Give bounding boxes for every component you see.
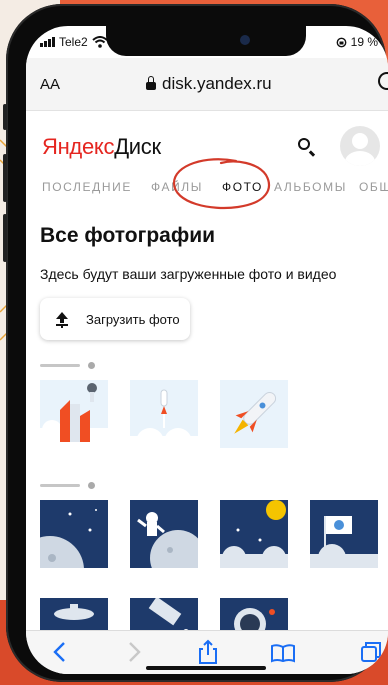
reload-icon[interactable] [378,72,388,90]
url-field[interactable]: disk.yandex.ru [146,74,272,94]
tab-albums[interactable]: АЛЬБОМЫ [274,180,347,194]
photo-thumbnail[interactable] [130,380,198,448]
upload-photo-button[interactable]: Загрузить фото [40,298,190,340]
avatar[interactable] [340,126,380,166]
signal-icon [40,37,55,47]
photo-thumbnail[interactable] [220,380,288,448]
status-bar-left: Tele2 [40,34,108,50]
url-text: disk.yandex.ru [162,74,272,93]
photo-thumbnail[interactable] [40,380,108,448]
phone-screen: Tele2 19 % AA disk.yandex.ru ЯндексДиск … [26,26,388,674]
share-icon[interactable] [198,639,218,665]
photo-thumbnail[interactable] [130,500,198,568]
search-icon[interactable] [298,138,310,150]
home-indicator [146,666,266,670]
photo-thumbnail[interactable] [220,500,288,568]
orientation-lock-icon [336,37,347,47]
page-title: Все фотографии [40,224,216,247]
back-icon[interactable] [52,641,68,663]
phone-frame: Tele2 19 % AA disk.yandex.ru ЯндексДиск … [3,4,388,682]
upload-label: Загрузить фото [86,311,180,327]
hand-drawn-circle-annotation [172,158,271,210]
bookmarks-icon[interactable] [270,643,296,663]
status-bar-right: 19 % [336,34,378,50]
forward-icon[interactable] [126,641,142,663]
address-bar[interactable]: AA disk.yandex.ru [26,58,388,111]
yandex-disk-logo[interactable]: ЯндексДиск [42,134,161,160]
camera-icon [240,35,250,45]
photo-thumbnail[interactable] [310,500,378,568]
volume-down-button [3,214,7,262]
photo-thumbnail[interactable] [40,500,108,568]
battery-percent: 19 % [350,35,378,49]
mute-switch [3,104,7,130]
tab-recent[interactable]: ПОСЛЕДНИЕ [42,180,132,194]
tab-shared[interactable]: ОБЩ [359,180,388,194]
notch [106,26,306,56]
carrier-label: Tele2 [59,35,88,49]
page-subtitle: Здесь будут ваши загруженные фото и виде… [40,266,337,282]
volume-up-button [3,154,7,202]
lock-icon [146,76,156,90]
upload-icon [56,312,68,326]
logo-product: Диск [114,134,161,159]
tabs-icon[interactable] [360,641,382,663]
reader-options-button[interactable]: AA [40,76,60,93]
logo-brand: Яндекс [42,134,115,159]
